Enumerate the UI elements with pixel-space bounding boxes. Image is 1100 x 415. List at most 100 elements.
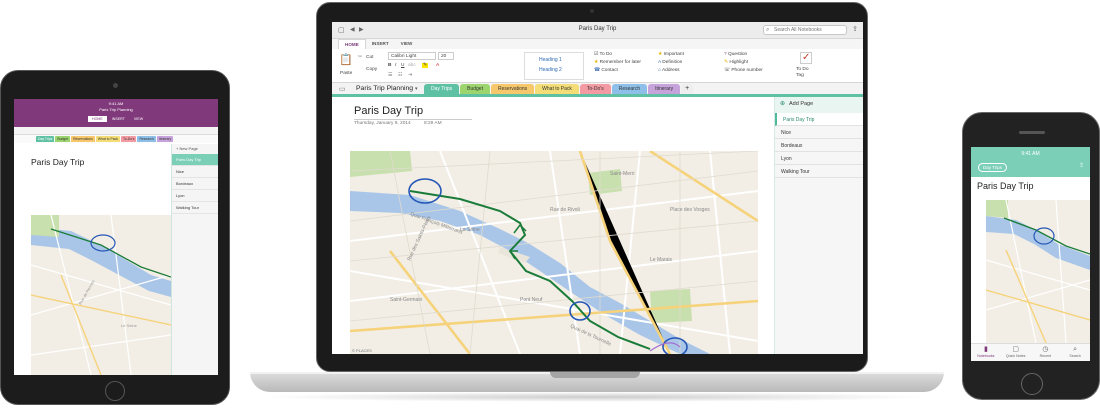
tag-remember[interactable]: ★ Remember for later xyxy=(594,60,641,68)
page-item-walking-tour[interactable]: Walking Tour xyxy=(775,165,863,178)
phone-share-icon[interactable]: ⇪ xyxy=(1079,162,1084,169)
tag-address[interactable]: ⌂ Address xyxy=(658,68,684,76)
tag-col-1: ☑ To Do ★ Remember for later ☎ Contact xyxy=(594,52,641,76)
tab-recent[interactable]: ◷ Recent xyxy=(1031,344,1061,361)
page-item-lyon[interactable]: Lyon xyxy=(775,152,863,165)
tag-question[interactable]: ? Question xyxy=(724,52,763,60)
strikethrough-icon[interactable]: abc xyxy=(408,63,416,68)
section-tab-what-to-pack[interactable]: What to Pack xyxy=(535,84,579,94)
indent-icon[interactable]: ⇥ xyxy=(408,73,412,78)
phone-header: 9:41 AM Day Trips ⇪ xyxy=(971,147,1090,177)
notebook-list-icon[interactable]: ▭ xyxy=(339,85,346,93)
tag-col-2: ★ Important A Definition ⌂ Address xyxy=(658,52,684,76)
page-item-paris-day-trip[interactable]: Paris Day Trip xyxy=(172,154,218,166)
style-heading-1[interactable]: Heading 1 xyxy=(525,53,583,63)
paste-button-label[interactable]: Paste xyxy=(340,71,352,76)
tablet-section-tabs: Day Trips Budget Reservations What to Pa… xyxy=(14,135,218,143)
paris-map-image[interactable]: Quai François Mitterrand La Seine Rue de… xyxy=(350,151,758,354)
share-icon[interactable]: ⇪ xyxy=(852,25,858,33)
phone-status-time: 9:41 AM xyxy=(1021,151,1040,157)
tag-highlight[interactable]: ✎ Highlight xyxy=(724,60,763,68)
search-input[interactable]: ⌕ Search All Notebooks xyxy=(763,25,847,35)
tablet-ribbon xyxy=(14,127,218,135)
svg-text:Rue de Rivoli: Rue de Rivoli xyxy=(550,207,580,213)
section-tab-research[interactable]: Research xyxy=(611,84,648,94)
numbering-icon[interactable]: ☷ xyxy=(398,73,402,78)
italic-icon[interactable]: I xyxy=(395,63,396,68)
font-size-select[interactable]: 20 xyxy=(438,52,454,60)
tag-definition[interactable]: A Definition xyxy=(658,60,684,68)
section-tab-reservations[interactable]: Reservations xyxy=(490,84,535,94)
phone-home-button[interactable] xyxy=(1021,373,1043,395)
tag-col-3: ? Question ✎ Highlight ☏ Phone number xyxy=(724,52,763,76)
tag-important[interactable]: ★ Important xyxy=(658,52,684,60)
page-title[interactable]: Paris Day Trip xyxy=(354,105,423,117)
tab-notebooks-label: Notebooks xyxy=(977,354,995,358)
tab-home[interactable]: HOME xyxy=(338,39,366,49)
tab-quick-notes[interactable]: ▢ Quick Notes xyxy=(1001,344,1031,361)
laptop-shadow xyxy=(260,392,934,402)
todo-tag-button[interactable]: To Do Tag xyxy=(796,67,816,79)
page-item-nice[interactable]: Nice xyxy=(172,166,218,178)
tab-recent-label: Recent xyxy=(1039,354,1052,358)
cut-button[interactable]: Cut xyxy=(366,55,373,60)
page-item-bordeaux[interactable]: Bordeaux xyxy=(172,178,218,190)
font-select[interactable]: Calibri Light xyxy=(388,52,436,60)
page-item-nice[interactable]: Nice xyxy=(775,126,863,139)
phone-page-title[interactable]: Paris Day Trip xyxy=(977,181,1034,191)
section-tab-budget[interactable]: Budget xyxy=(55,136,71,142)
tablet-screen: 9:41 AM Paris Trip Planning HOME INSERT … xyxy=(14,99,218,375)
page-time: 8:29 AM xyxy=(424,121,442,126)
copy-button[interactable]: Copy xyxy=(366,67,377,72)
section-tab-research[interactable]: Research xyxy=(137,136,156,142)
add-page-button[interactable]: ⊕ Add Page xyxy=(775,97,863,113)
page-item-walking-tour[interactable]: Walking Tour xyxy=(172,202,218,214)
tab-insert[interactable]: INSERT xyxy=(108,116,129,122)
page-item-paris-day-trip[interactable]: Paris Day Trip xyxy=(775,113,863,126)
section-tab-reservations[interactable]: Reservations xyxy=(71,136,95,142)
notebook-name[interactable]: Paris Trip Planning xyxy=(356,85,413,92)
add-section-button[interactable]: + xyxy=(681,84,694,94)
section-tab-itinerary[interactable]: Itinerary xyxy=(156,136,174,142)
phone-section-button[interactable]: Day Trips xyxy=(978,163,1008,172)
tab-notebooks[interactable]: ▮ Notebooks xyxy=(971,344,1001,361)
tablet-home-button[interactable] xyxy=(105,381,125,401)
highlight-icon[interactable]: ✎ xyxy=(422,63,429,68)
tab-search[interactable]: ⌕ Search xyxy=(1060,344,1090,361)
tag-todo[interactable]: ☑ To Do xyxy=(594,52,641,60)
section-tab-budget[interactable]: Budget xyxy=(460,84,490,94)
ribbon-home: 📋 Paste ✂ Cut Copy Calibri Light 20 B I … xyxy=(332,49,863,83)
page-item-lyon[interactable]: Lyon xyxy=(172,190,218,202)
bullets-icon[interactable]: ☰ xyxy=(388,73,392,78)
tag-question-label: Question xyxy=(728,52,748,57)
tab-view[interactable]: VIEW xyxy=(395,39,419,49)
notebook-dropdown-icon[interactable]: ▾ xyxy=(415,86,418,92)
underline-icon[interactable]: U xyxy=(401,63,404,68)
tablet-new-page-button[interactable]: + New Page xyxy=(172,144,218,154)
styles-gallery[interactable]: Heading 1 Heading 2 xyxy=(524,52,584,80)
font-color-icon[interactable]: A xyxy=(436,63,439,68)
paste-icon[interactable]: 📋 xyxy=(339,53,353,66)
section-tab-day-trips[interactable]: Day Trips xyxy=(36,136,55,142)
tablet-map-image: Rue de Rennes Le Seine xyxy=(31,215,171,375)
tag-contact[interactable]: ☎ Contact xyxy=(594,68,641,76)
section-tab-todos[interactable]: To-Do's xyxy=(579,84,611,94)
notebooks-icon: ▮ xyxy=(983,346,988,353)
tag-phone[interactable]: ☏ Phone number xyxy=(724,68,763,76)
scissors-icon[interactable]: ✂ xyxy=(358,55,362,60)
tab-home[interactable]: HOME xyxy=(88,116,107,122)
page-canvas[interactable]: Paris Day Trip Thursday, January 9, 2014… xyxy=(332,97,772,354)
page-item-bordeaux[interactable]: Bordeaux xyxy=(775,139,863,152)
tablet-page-list: + New Page Paris Day Trip Nice Bordeaux … xyxy=(171,144,218,375)
bold-icon[interactable]: B xyxy=(388,63,391,68)
todo-tag-checkbox-icon[interactable]: ✓ xyxy=(800,52,813,64)
section-tab-todos[interactable]: To-Do's xyxy=(121,136,137,142)
style-heading-2[interactable]: Heading 2 xyxy=(525,63,583,73)
tab-quick-notes-label: Quick Notes xyxy=(1005,354,1026,358)
tab-insert[interactable]: INSERT xyxy=(366,39,395,49)
section-tab-what-to-pack[interactable]: What to Pack xyxy=(95,136,121,142)
section-tab-day-trips[interactable]: Day Trips xyxy=(424,84,460,94)
tab-view[interactable]: VIEW xyxy=(130,116,147,122)
tablet-page-title[interactable]: Paris Day Trip xyxy=(31,157,84,167)
section-tab-itinerary[interactable]: Itinerary xyxy=(648,84,681,94)
